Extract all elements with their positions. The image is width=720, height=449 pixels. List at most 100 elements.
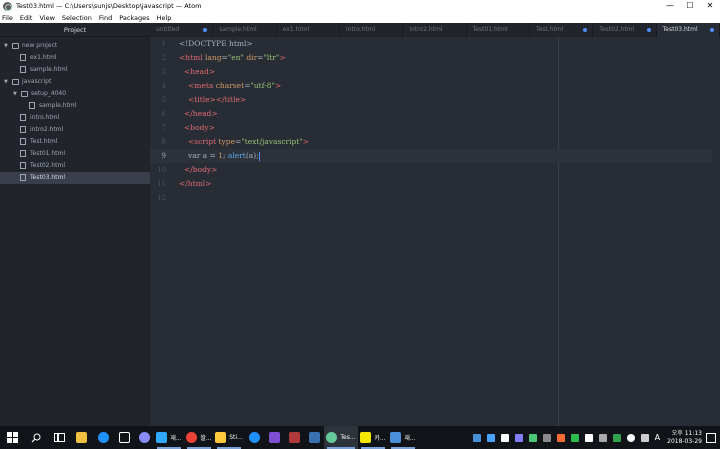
code-line[interactable]: 8 <script type="text/javascript"> [150, 135, 720, 149]
tree-file-intro2[interactable]: intro2.html [0, 124, 150, 136]
tab-untitled[interactable]: untitled [150, 23, 214, 37]
tray-network-icon[interactable] [626, 433, 635, 442]
menu-help[interactable]: Help [157, 14, 172, 22]
code-line[interactable]: 5 <title></title> [150, 93, 720, 107]
windows-start-button[interactable] [0, 426, 24, 449]
menu-packages[interactable]: Packages [119, 14, 149, 22]
app-icon [288, 432, 300, 443]
line-number: 11 [157, 180, 166, 188]
tab-intro2[interactable]: intro2.html [403, 23, 467, 37]
taskbar-photoshop[interactable]: 재... [154, 426, 184, 449]
taskbar-doc[interactable]: 재... [388, 426, 418, 449]
code-line[interactable]: 3 <head> [150, 65, 720, 79]
tree-folder-setup[interactable]: ▼ setup_4040 [0, 88, 150, 100]
code-editor[interactable]: 1 <!DOCTYPE html> 2 <html lang="en" dir=… [150, 37, 720, 426]
code-line[interactable]: 10 </body> [150, 163, 720, 177]
close-button[interactable]: ✕ [700, 0, 720, 12]
chevron-down-icon[interactable]: ▼ [13, 88, 17, 100]
tab-intro[interactable]: intro.html [340, 23, 404, 37]
tree-file-sample[interactable]: sample.html [0, 64, 150, 76]
tray-app-icon[interactable] [542, 433, 551, 442]
tray-people-icon[interactable] [472, 433, 481, 442]
tray-app-icon[interactable] [584, 433, 593, 442]
taskbar-file-explorer[interactable] [70, 426, 92, 449]
taskbar-label: 재... [170, 435, 182, 442]
tree-file-setup-sample[interactable]: sample.html [0, 100, 150, 112]
taskbar-visual-studio[interactable] [264, 426, 284, 449]
tab-test[interactable]: Test.html [530, 23, 594, 37]
tray-app-icon[interactable] [598, 433, 607, 442]
menu-file[interactable]: File [2, 14, 13, 22]
code-line[interactable]: 6 </head> [150, 107, 720, 121]
taskbar-clock[interactable]: 오후 11:13 2018-03-29 [667, 430, 702, 446]
taskbar-edge[interactable] [92, 426, 114, 449]
code-text[interactable]: </body> [184, 163, 217, 177]
tray-app-icon[interactable] [486, 433, 495, 442]
tab-test01[interactable]: Test01.html [467, 23, 530, 37]
taskbar-app-blue[interactable] [304, 426, 324, 449]
tree-file-test[interactable]: Test.html [0, 136, 150, 148]
maximize-button[interactable]: ☐ [680, 0, 700, 12]
minimize-button[interactable]: — [660, 0, 680, 12]
code-line[interactable]: 2 <html lang="en" dir="ltr"> [150, 51, 720, 65]
code-text[interactable]: <head> [184, 65, 215, 79]
code-line[interactable]: 11 </html> [150, 177, 720, 191]
code-text[interactable]: </head> [184, 107, 218, 121]
menu-view[interactable]: View [39, 14, 54, 22]
code-line[interactable]: 12 [150, 191, 720, 205]
chevron-down-icon[interactable]: ▼ [4, 76, 8, 88]
tray-app-icon[interactable] [528, 433, 537, 442]
menu-selection[interactable]: Selection [62, 14, 92, 22]
code-line[interactable]: 7 <body> [150, 121, 720, 135]
code-text[interactable]: <script type="text/javascript"> [188, 135, 309, 149]
tree-file-test03[interactable]: Test03.html [0, 172, 150, 184]
code-text[interactable]: <!DOCTYPE html> [179, 37, 253, 51]
taskbar-label: Tes... [340, 434, 356, 441]
tray-app-icon[interactable] [556, 433, 565, 442]
tray-app-icon[interactable] [612, 433, 621, 442]
clock-time: 오후 11:13 [671, 429, 702, 437]
tree-folder-new-project[interactable]: ▼ new project [0, 40, 150, 52]
action-center-icon[interactable] [706, 432, 716, 443]
tree-header[interactable]: Project [0, 23, 150, 37]
tree-file-ex1[interactable]: ex1.html [0, 52, 150, 64]
tree-file-intro[interactable]: intro.html [0, 112, 150, 124]
menu-edit[interactable]: Edit [20, 14, 33, 22]
file-icon [20, 126, 26, 133]
tree-file-test01[interactable]: Test01.html [0, 148, 150, 160]
tray-app-icon[interactable] [570, 433, 579, 442]
tab-test02[interactable]: Test02.html [593, 23, 657, 37]
taskbar-atom[interactable]: Tes... [324, 426, 358, 449]
tray-volume-icon[interactable] [640, 433, 649, 442]
code-text[interactable]: <html lang="en" dir="ltr"> [179, 51, 286, 65]
tab-test03[interactable]: Test03.html [656, 23, 720, 37]
tray-app-icon[interactable] [514, 433, 523, 442]
line-number: 12 [157, 194, 166, 202]
tree-file-test02[interactable]: Test02.html [0, 160, 150, 172]
taskbar-app[interactable] [134, 426, 154, 449]
code-text[interactable]: var a = 1; alert(a); [188, 149, 260, 163]
editor-scrollbar[interactable] [712, 37, 720, 426]
code-line[interactable]: 4 <meta charset="utf-8"> [150, 79, 720, 93]
code-text[interactable]: <body> [184, 121, 215, 135]
taskbar-kakaotalk[interactable]: 카... [358, 426, 388, 449]
taskbar-calendar[interactable] [114, 426, 134, 449]
code-text[interactable]: <title></title> [188, 93, 246, 107]
tab-sample[interactable]: sample.html [213, 23, 277, 37]
tree-folder-javascript[interactable]: ▼ javascript [0, 76, 150, 88]
task-view-button[interactable] [48, 426, 70, 449]
taskbar-chrome[interactable]: 쏼... [184, 426, 214, 449]
tab-ex1[interactable]: ex1.html [277, 23, 340, 37]
code-line[interactable]: 1 <!DOCTYPE html> [150, 37, 720, 51]
menu-find[interactable]: Find [99, 14, 112, 22]
tray-app-icon[interactable] [500, 433, 509, 442]
taskbar-app-red[interactable] [284, 426, 304, 449]
code-text[interactable]: <meta charset="utf-8"> [188, 79, 281, 93]
input-method-indicator[interactable]: A [655, 433, 660, 442]
taskbar-sticky-notes[interactable]: Sti... [214, 426, 244, 449]
code-text[interactable]: </html> [179, 177, 211, 191]
chevron-down-icon[interactable]: ▼ [4, 40, 8, 52]
code-line-current[interactable]: 9 var a = 1; alert(a); [150, 149, 720, 163]
search-button[interactable] [24, 426, 48, 449]
taskbar-ie[interactable] [244, 426, 264, 449]
